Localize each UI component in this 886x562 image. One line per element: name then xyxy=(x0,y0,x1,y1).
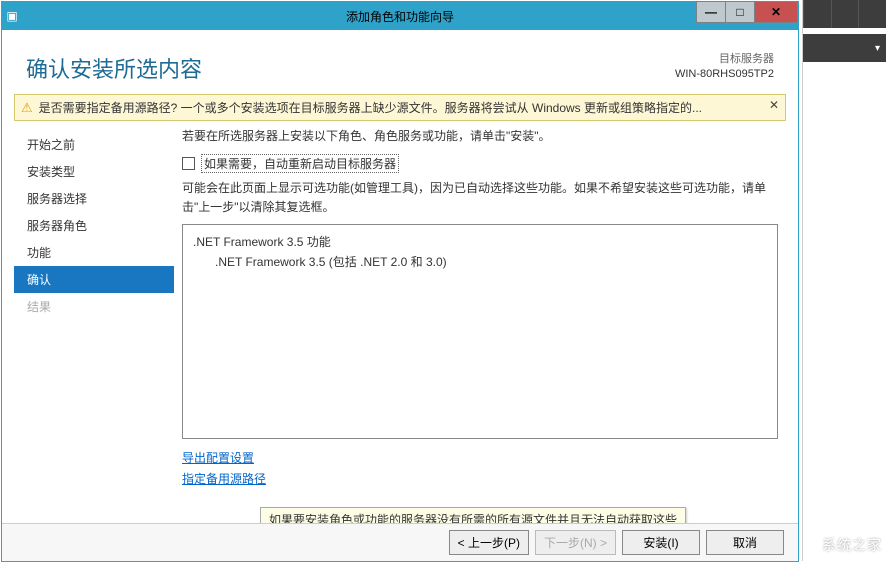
cancel-button[interactable]: 取消 xyxy=(706,530,784,555)
warning-bar[interactable]: ⚠ 是否需要指定备用源路径? 一个或多个安装选项在目标服务器上缺少源文件。服务器… xyxy=(14,94,786,121)
app-icon: ▣ xyxy=(2,9,22,23)
step-server-roles[interactable]: 服务器角色 xyxy=(14,212,174,239)
page-heading: 确认安装所选内容 xyxy=(26,52,202,84)
step-results: 结果 xyxy=(14,293,174,320)
install-button[interactable]: 安装(I) xyxy=(622,530,700,555)
title-bar: ▣ 添加角色和功能向导 — □ ✕ xyxy=(2,2,798,30)
warning-text: 是否需要指定备用源路径? 一个或多个安装选项在目标服务器上缺少源文件。服务器将尝… xyxy=(39,99,779,116)
watermark-logo: 系统之家 xyxy=(822,494,882,555)
auto-restart-label: 如果需要，自动重新启动目标服务器 xyxy=(201,154,399,173)
feature-group: .NET Framework 3.5 功能 xyxy=(193,233,767,250)
step-install-type[interactable]: 安装类型 xyxy=(14,158,174,185)
feature-child: .NET Framework 3.5 (包括 .NET 2.0 和 3.0) xyxy=(193,253,767,270)
wizard-steps-sidebar: 开始之前 安装类型 服务器选择 服务器角色 功能 确认 结果 xyxy=(14,127,174,497)
features-list: .NET Framework 3.5 功能 .NET Framework 3.5… xyxy=(182,224,778,439)
step-confirm[interactable]: 确认 xyxy=(14,266,174,293)
close-button[interactable]: ✕ xyxy=(754,1,798,23)
step-server-selection[interactable]: 服务器选择 xyxy=(14,185,174,212)
warning-close-icon[interactable]: ✕ xyxy=(769,98,779,112)
wizard-footer: < 上一步(P) 下一步(N) > 安装(I) 取消 xyxy=(2,523,798,561)
instruction-text-1: 若要在所选服务器上安装以下角色、角色服务或功能，请单击"安装"。 xyxy=(182,127,778,146)
content-pane: 若要在所选服务器上安装以下角色、角色服务或功能，请单击"安装"。 如果需要，自动… xyxy=(174,127,786,497)
window-title: 添加角色和功能向导 xyxy=(346,8,454,25)
minimize-button[interactable]: — xyxy=(696,1,726,23)
alternate-source-link[interactable]: 指定备用源路径 xyxy=(182,470,778,487)
instruction-text-2: 可能会在此页面上显示可选功能(如管理工具)，因为已自动选择这些功能。如果不希望安… xyxy=(182,179,778,217)
dropdown-icon[interactable]: ▾ xyxy=(803,34,886,62)
step-features[interactable]: 功能 xyxy=(14,239,174,266)
watermark-text: 系统之家 xyxy=(822,535,882,555)
maximize-button[interactable]: □ xyxy=(725,1,755,23)
target-server-info: 目标服务器 WIN-80RHS095TP2 xyxy=(675,52,774,83)
server-label: 目标服务器 xyxy=(675,52,774,67)
server-name: WIN-80RHS095TP2 xyxy=(675,67,774,82)
export-config-link[interactable]: 导出配置设置 xyxy=(182,449,778,466)
previous-button[interactable]: < 上一步(P) xyxy=(449,530,529,555)
next-button: 下一步(N) > xyxy=(535,530,616,555)
auto-restart-checkbox[interactable] xyxy=(182,157,195,170)
page-header: 确认安装所选内容 目标服务器 WIN-80RHS095TP2 xyxy=(2,30,798,92)
warning-icon: ⚠ xyxy=(21,100,33,116)
step-before-begin[interactable]: 开始之前 xyxy=(14,131,174,158)
background-app-panel: ▾ 系统之家 xyxy=(802,0,886,561)
